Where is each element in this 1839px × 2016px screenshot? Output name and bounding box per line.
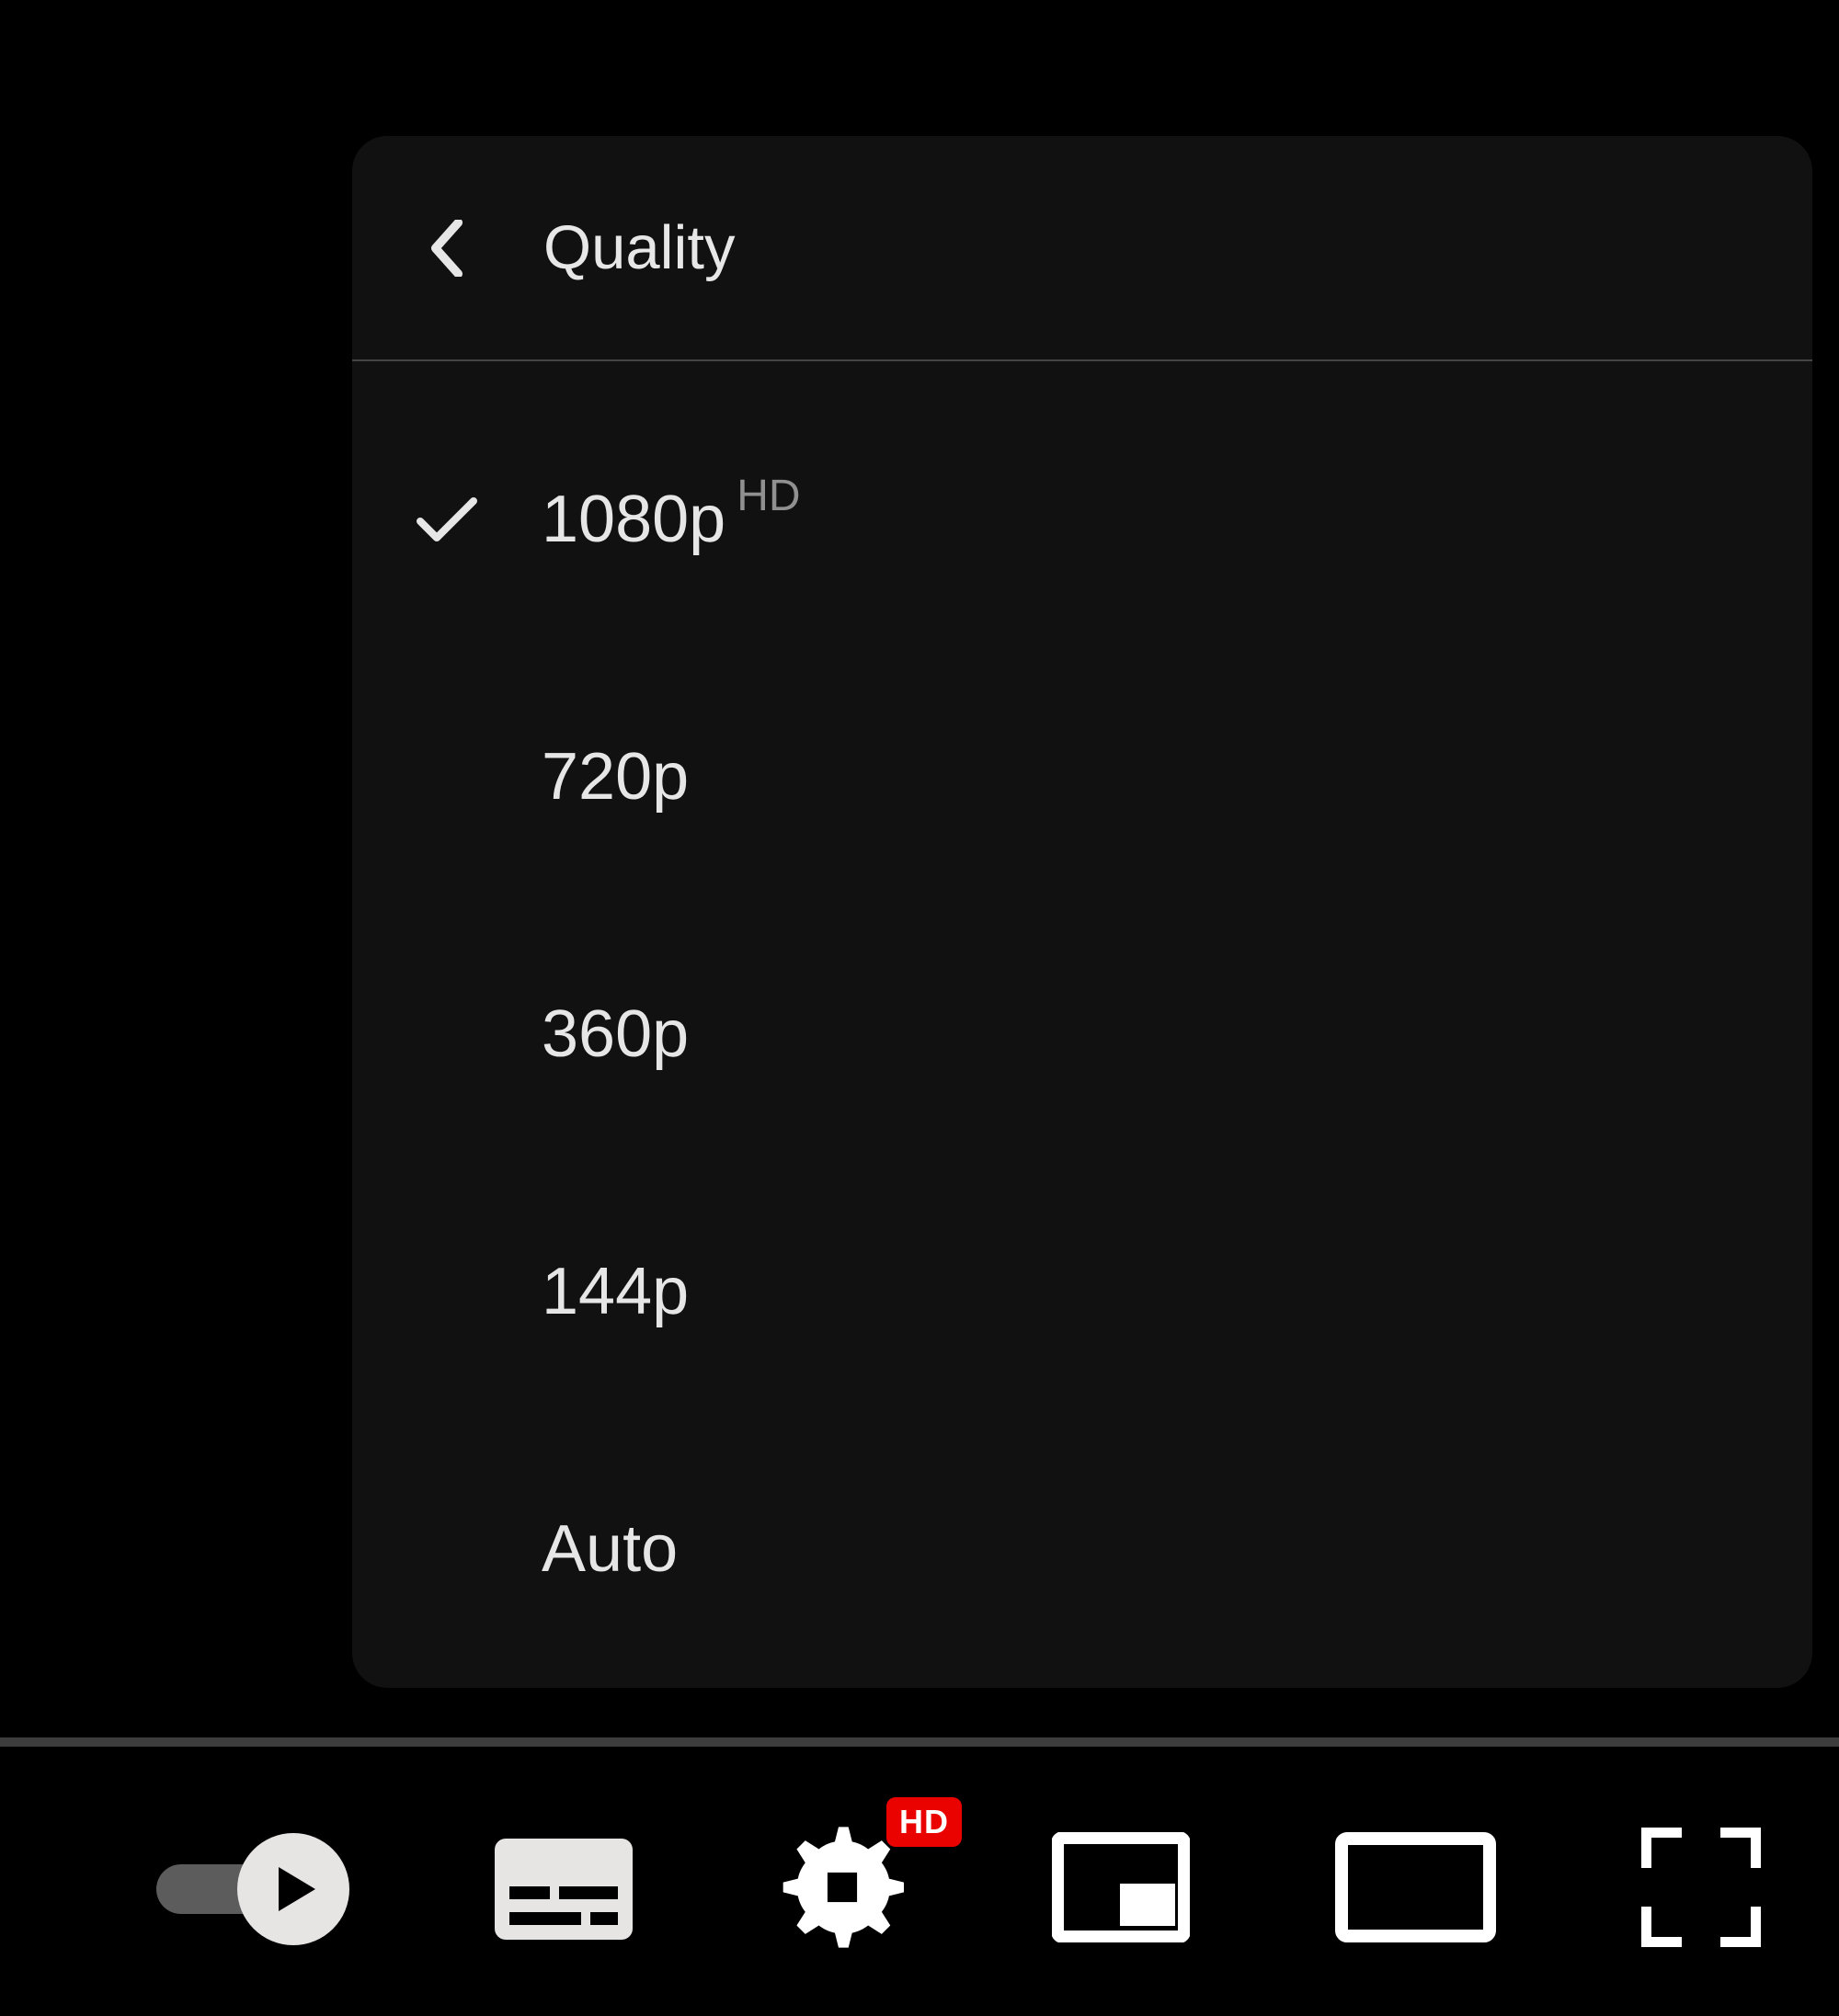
quality-option-auto[interactable]: Auto [352, 1420, 1812, 1678]
quality-option-label: 720p [542, 739, 700, 814]
quality-menu: Quality 1080p HD 720p [352, 136, 1812, 1688]
quality-menu-title: Quality [543, 212, 736, 283]
subtitles-icon [495, 1839, 633, 1940]
chevron-left-icon [418, 220, 475, 277]
progress-bar[interactable] [0, 1737, 1839, 1747]
quality-option-label: 144p [542, 1254, 700, 1329]
quality-option-360p[interactable]: 360p [352, 905, 1812, 1163]
check-icon [415, 487, 479, 552]
check-icon [415, 1259, 479, 1324]
player-control-bar: HD [0, 1783, 1839, 1995]
fullscreen-button[interactable] [1641, 1828, 1761, 1952]
check-icon [415, 1517, 479, 1581]
miniplayer-button[interactable] [1052, 1832, 1190, 1947]
quality-options-list: 1080p HD 720p 360p [352, 361, 1812, 1678]
video-player-area: Quality 1080p HD 720p [0, 0, 1839, 2016]
subtitles-button[interactable] [495, 1839, 633, 1940]
hd-badge: HD [886, 1797, 962, 1847]
quality-option-720p[interactable]: 720p [352, 648, 1812, 905]
quality-option-1080p[interactable]: 1080p HD [352, 391, 1812, 648]
quality-option-sup: HD [737, 471, 800, 521]
quality-option-144p[interactable]: 144p [352, 1163, 1812, 1420]
play-icon [237, 1833, 349, 1945]
quality-menu-header[interactable]: Quality [352, 136, 1812, 361]
quality-option-label: 1080p HD [542, 482, 801, 557]
settings-button[interactable]: HD [778, 1825, 907, 1953]
quality-option-label: 360p [542, 997, 700, 1072]
gear-icon [781, 1826, 904, 1953]
check-icon [415, 1002, 479, 1066]
quality-option-label: Auto [542, 1511, 689, 1587]
theater-icon [1335, 1832, 1496, 1947]
fullscreen-icon [1641, 1828, 1761, 1952]
miniplayer-icon [1052, 1832, 1190, 1947]
theater-mode-button[interactable] [1335, 1832, 1496, 1947]
autoplay-toggle[interactable] [156, 1833, 349, 1945]
check-icon [415, 745, 479, 809]
